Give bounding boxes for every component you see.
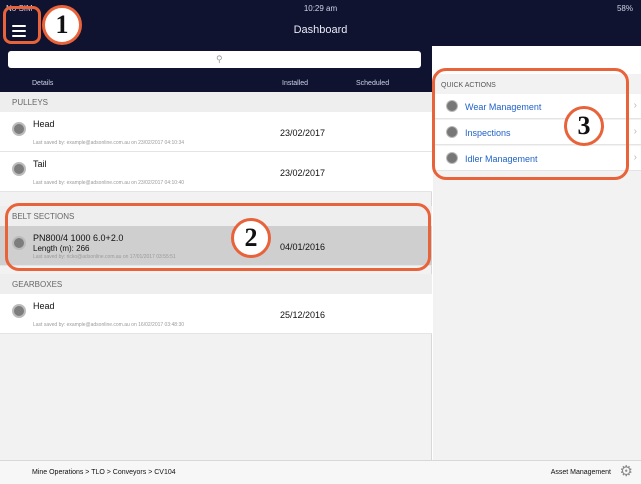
section-header-gearboxes: GEARBOXES — [0, 274, 432, 294]
item-installed-date: 23/02/2017 — [280, 128, 326, 138]
status-battery: 58% — [616, 4, 633, 13]
item-installed-date: 25/12/2016 — [280, 310, 326, 320]
pulley-icon — [12, 122, 26, 136]
item-last-saved: Last saved by: example@adsonline.com.au … — [33, 322, 185, 328]
list-item[interactable]: Head Last saved by: example@adsonline.co… — [0, 294, 432, 334]
item-name: Head — [33, 301, 55, 311]
pulley-icon — [12, 162, 26, 176]
search-icon: ⚲ — [216, 54, 223, 64]
item-name: Head — [33, 119, 55, 129]
breadcrumb[interactable]: Mine Operations > TLO > Conveyors > CV10… — [32, 469, 176, 476]
gear-icon[interactable]: ⚙ — [620, 464, 633, 480]
item-last-saved: Last saved by: example@adsonline.com.au … — [33, 140, 185, 146]
item-last-saved: Last saved by: example@adsonline.com.au … — [33, 180, 185, 186]
list-item[interactable]: Head Last saved by: example@adsonline.co… — [0, 112, 432, 152]
search-input[interactable]: ⚲ — [8, 51, 421, 68]
column-details: Details — [32, 80, 54, 87]
callout-ring-belt-section — [5, 203, 431, 271]
component-list: PULLEYS Head Last saved by: example@adso… — [0, 92, 432, 460]
chevron-right-icon: › — [633, 152, 637, 163]
bottom-bar: Mine Operations > TLO > Conveyors > CV10… — [0, 460, 641, 484]
gearbox-icon — [12, 304, 26, 318]
column-header-row: Details Installed Scheduled — [0, 74, 432, 92]
page-title: Dashboard — [293, 24, 348, 36]
callout-number: 2 — [231, 218, 271, 258]
callout-number: 3 — [564, 106, 604, 146]
chevron-right-icon: › — [633, 126, 637, 137]
callout-number: 1 — [42, 5, 82, 45]
callout-ring-menu — [3, 6, 41, 44]
status-time: 10:29 am — [303, 4, 338, 13]
section-header-pulleys: PULLEYS — [0, 92, 432, 112]
list-item[interactable]: Tail Last saved by: example@adsonline.co… — [0, 152, 432, 192]
column-scheduled: Scheduled — [356, 80, 390, 87]
item-installed-date: 23/02/2017 — [280, 168, 326, 178]
search-bar: ⚲ — [0, 46, 432, 74]
asset-management-label[interactable]: Asset Management — [551, 469, 611, 476]
chevron-right-icon: › — [633, 100, 637, 111]
column-installed: Installed — [282, 80, 309, 87]
item-name: Tail — [33, 159, 47, 169]
top-bar: No SIM 10:29 am 58% Dashboard — [0, 0, 641, 46]
